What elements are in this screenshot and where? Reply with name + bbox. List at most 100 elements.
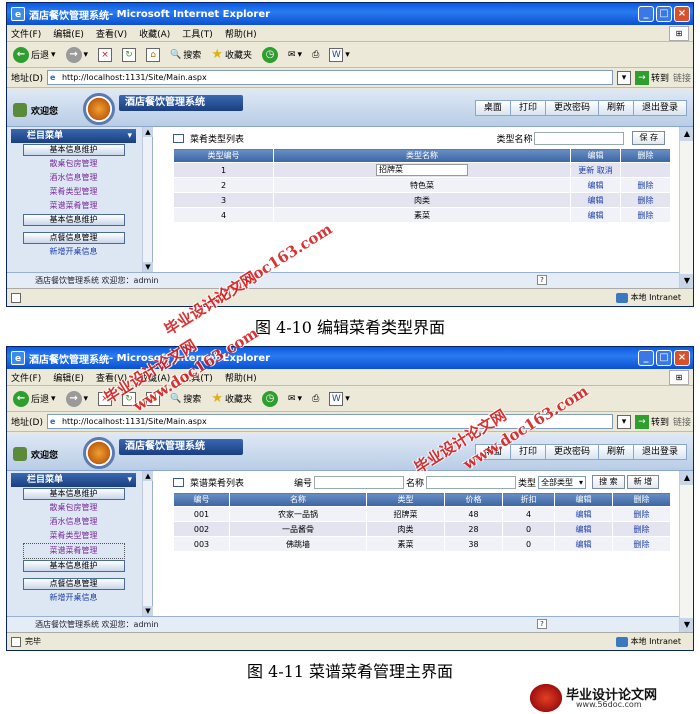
sidebar-group-orders[interactable]: 点餐信息管理 [22,578,125,590]
mail-button[interactable]: ✉ ▾ [286,389,304,409]
favorites-button[interactable]: ★ 收藏夹 [209,45,254,65]
menu-favorites[interactable]: 收藏(A) [139,27,170,40]
refresh-page-button[interactable]: 刷新 [597,444,634,460]
sidebar-group-basic[interactable]: 基本信息维护 [22,144,125,156]
menu-file[interactable]: 文件(F) [11,27,41,40]
edit-link[interactable]: 编辑 [588,181,604,190]
search-button[interactable]: 🔍 搜索 [168,45,203,65]
scroll-down-icon[interactable]: ▼ [680,618,693,632]
sidebar-scrollbar[interactable]: ▲ ▼ [142,471,153,616]
chevron-down-icon[interactable]: ▾ [616,414,631,429]
sidebar-group-basic-2[interactable]: 基本信息维护 [22,214,125,226]
name-input[interactable] [426,475,517,489]
maximize-button[interactable]: □ [656,6,672,22]
menu-edit[interactable]: 编辑(E) [53,371,84,384]
minimize-button[interactable]: _ [638,350,654,366]
delete-link[interactable]: 删除 [638,211,654,220]
save-button[interactable]: 保 存 [632,131,665,145]
chevron-down-icon[interactable]: ▾ [616,70,631,85]
window-titlebar[interactable]: e 酒店餐饮管理系统 - Microsoft Internet Explorer… [7,347,693,369]
update-link[interactable]: 更新 [578,166,594,175]
delete-link[interactable]: 删除 [634,510,650,519]
minimize-button[interactable]: _ [638,6,654,22]
links-label[interactable]: 链接 [673,415,691,428]
sidebar-item-dish-types[interactable]: 菜肴类型管理 [23,185,125,199]
add-button[interactable]: 新 增 [626,475,660,489]
cancel-link[interactable]: 取消 [597,166,613,175]
print-page-button[interactable]: 打印 [509,444,546,460]
change-password-button[interactable]: 更改密码 [544,100,599,116]
scroll-down-icon[interactable]: ▼ [143,262,153,272]
sidebar-group-basic[interactable]: 基本信息维护 [22,488,125,500]
scroll-up-icon[interactable]: ▲ [680,471,693,485]
word-button[interactable]: W ▾ [327,45,352,65]
sidebar-item-drinks[interactable]: 酒水信息管理 [23,515,125,529]
sidebar-item-dish-types[interactable]: 菜肴类型管理 [23,529,125,543]
sidebar-item-new-table[interactable]: 新增开桌信息 [23,591,125,605]
edit-link[interactable]: 编辑 [576,525,592,534]
help-icon[interactable]: ? [537,275,547,285]
back-button[interactable]: ← 后退 ▾ [11,389,58,409]
refresh-button[interactable]: ↻ [120,45,138,65]
refresh-page-button[interactable]: 刷新 [597,100,634,116]
sidebar-item-menu-dishes[interactable]: 菜谱菜肴管理 [22,543,125,559]
page-scrollbar[interactable]: ▲ ▼ [679,127,693,288]
back-button[interactable]: ← 后退 ▾ [11,45,58,65]
sidebar-head[interactable]: 栏目菜单 [11,129,136,143]
scroll-up-icon[interactable]: ▲ [143,127,153,137]
menu-tools[interactable]: 工具(T) [182,27,213,40]
close-button[interactable]: × [674,350,690,366]
delete-link[interactable]: 删除 [638,181,654,190]
history-button[interactable]: ◷ [260,45,280,65]
address-input[interactable]: http://localhost:1131/Site/Main.aspx [46,70,613,85]
scroll-down-icon[interactable]: ▼ [143,606,153,616]
close-button[interactable]: × [674,6,690,22]
edit-link[interactable]: 编辑 [588,211,604,220]
menu-help[interactable]: 帮助(H) [225,27,257,40]
sidebar-item-tables[interactable]: 散桌包房管理 [23,501,125,515]
go-button[interactable]: → 转到 [634,414,669,429]
go-button[interactable]: → 转到 [634,70,669,85]
type-select[interactable]: 全部类型 [538,475,587,489]
word-button[interactable]: W ▾ [327,389,352,409]
edit-link[interactable]: 编辑 [576,510,592,519]
print-button[interactable]: ⎙ [310,389,321,409]
help-icon[interactable]: ? [537,619,547,629]
stop-button[interactable]: × [96,45,114,65]
logout-button[interactable]: 退出登录 [632,100,687,116]
edit-link[interactable]: 编辑 [576,540,592,549]
menu-help[interactable]: 帮助(H) [225,371,257,384]
scroll-down-icon[interactable]: ▼ [680,274,693,288]
print-page-button[interactable]: 打印 [509,100,546,116]
sidebar-item-new-table[interactable]: 新增开桌信息 [23,245,125,259]
type-name-input[interactable] [534,131,625,145]
menu-file[interactable]: 文件(F) [11,371,41,384]
page-scrollbar[interactable]: ▲ ▼ [679,471,693,632]
sidebar-item-menu-dishes[interactable]: 菜谱菜肴管理 [23,199,125,213]
sidebar-head[interactable]: 栏目菜单 [11,473,136,487]
edit-link[interactable]: 编辑 [588,196,604,205]
forward-button[interactable]: → ▾ [64,389,91,409]
home-button[interactable]: ⌂ [144,45,162,65]
links-label[interactable]: 链接 [673,71,691,84]
id-input[interactable] [314,475,405,489]
sidebar-item-drinks[interactable]: 酒水信息管理 [23,171,125,185]
menu-edit[interactable]: 编辑(E) [53,27,84,40]
forward-button[interactable]: → ▾ [64,45,91,65]
window-titlebar[interactable]: e 酒店餐饮管理系统 - Microsoft Internet Explorer… [7,3,693,25]
menu-view[interactable]: 查看(V) [96,27,127,40]
scroll-up-icon[interactable]: ▲ [680,127,693,141]
desktop-button[interactable]: 桌面 [474,100,511,116]
sidebar-scrollbar[interactable]: ▲ ▼ [142,127,153,272]
delete-link[interactable]: 删除 [638,196,654,205]
maximize-button[interactable]: □ [656,350,672,366]
sidebar-item-tables[interactable]: 散桌包房管理 [23,157,125,171]
scroll-up-icon[interactable]: ▲ [143,471,153,481]
print-button[interactable]: ⎙ [310,45,321,65]
change-password-button[interactable]: 更改密码 [544,444,599,460]
history-button[interactable]: ◷ [260,389,280,409]
search-submit-button[interactable]: 搜 索 [592,475,625,489]
favorites-button[interactable]: ★ 收藏夹 [209,389,254,409]
logout-button[interactable]: 退出登录 [632,444,687,460]
mail-button[interactable]: ✉ ▾ [286,45,304,65]
